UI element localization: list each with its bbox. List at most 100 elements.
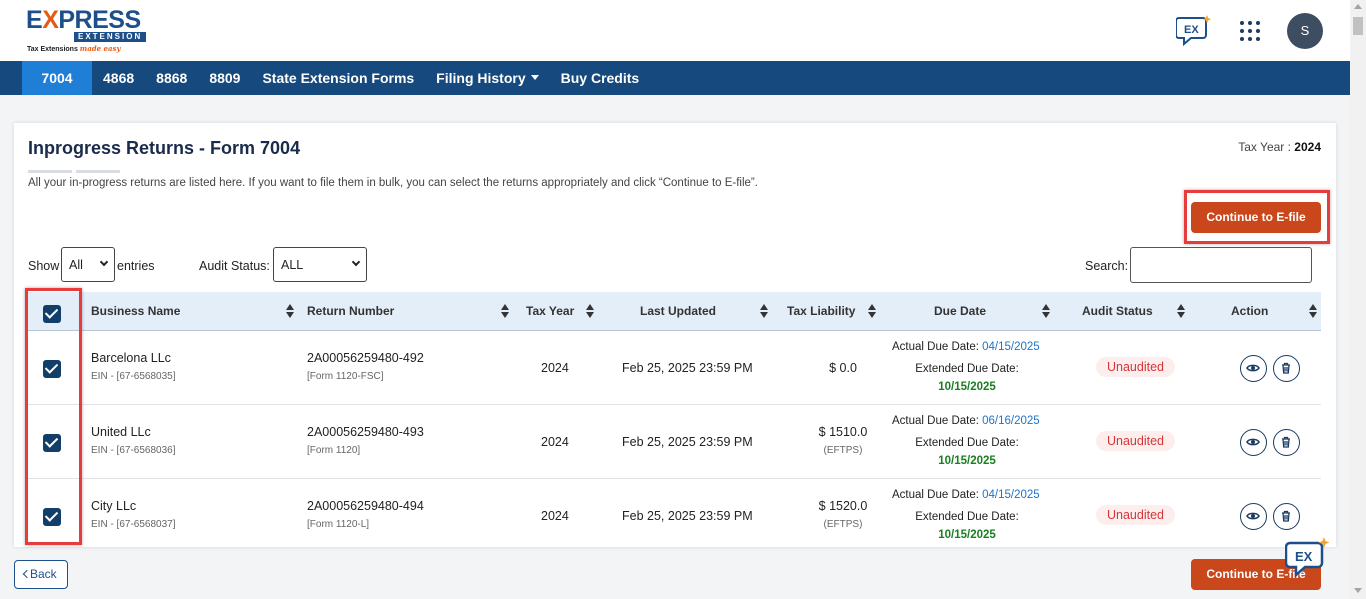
- page-title: Inprogress Returns - Form 7004: [28, 138, 301, 158]
- nav-8809[interactable]: 8809: [198, 61, 251, 95]
- trash-icon: [1282, 510, 1290, 522]
- tax-liability: $ 0.0: [829, 361, 857, 375]
- extended-due-date: 10/15/2025: [938, 381, 996, 393]
- payment-method: (EFTPS): [823, 519, 863, 530]
- return-number: 2A00056259480-492: [307, 351, 424, 365]
- sort-icon[interactable]: [286, 304, 294, 319]
- business-name: Barcelona LLc: [91, 351, 171, 365]
- return-number: 2A00056259480-494: [307, 499, 424, 513]
- search-label: Search:: [1085, 259, 1129, 273]
- col-tax-year[interactable]: Tax Year: [526, 292, 574, 331]
- delete-button[interactable]: [1273, 429, 1300, 456]
- sort-icon[interactable]: [868, 304, 876, 319]
- tax-year: 2024: [541, 361, 569, 375]
- last-updated: Feb 25, 2025 23:59 PM: [622, 435, 753, 449]
- nav-filing-history[interactable]: Filing History: [425, 61, 549, 95]
- scroll-thumb[interactable]: [1353, 17, 1363, 35]
- nav-state-extension-forms[interactable]: State Extension Forms: [251, 61, 425, 95]
- table-header: Business Name Return Number Tax Year Las…: [28, 292, 1321, 331]
- chat-support-icon[interactable]: EX: [1285, 536, 1331, 578]
- col-action: Action: [1231, 304, 1269, 318]
- form-type: [Form 1120]: [307, 445, 361, 456]
- chevron-down-icon: [99, 257, 109, 267]
- tax-liability: $ 1510.0: [818, 425, 868, 439]
- sort-icon[interactable]: [501, 304, 509, 319]
- tax-year: Tax Year : 2024: [1238, 140, 1321, 154]
- view-button[interactable]: [1240, 429, 1267, 456]
- col-business-name[interactable]: Business Name: [91, 292, 180, 331]
- scroll-down-arrow-icon[interactable]: [1354, 588, 1362, 593]
- view-button[interactable]: [1240, 503, 1267, 530]
- highlight-box-efile: [1184, 190, 1330, 244]
- actual-due-date: Actual Due Date: 06/16/2025: [892, 415, 1040, 427]
- eye-icon: [1246, 364, 1260, 372]
- actual-due-date: Actual Due Date: 04/15/2025: [892, 489, 1040, 501]
- top-header: EXPRESS EXTENSION Tax Extensions made ea…: [0, 0, 1350, 61]
- trash-icon: [1282, 362, 1290, 374]
- chevron-down-icon: [351, 257, 361, 267]
- delete-button[interactable]: [1273, 503, 1300, 530]
- extended-due-label: Extended Due Date:: [915, 437, 1019, 449]
- nav-7004[interactable]: 7004: [22, 61, 92, 95]
- payment-method: (EFTPS): [823, 445, 863, 456]
- business-name: City LLc: [91, 499, 137, 513]
- vertical-scrollbar[interactable]: [1350, 0, 1366, 599]
- show-label: Show: [28, 259, 60, 273]
- express-extension-logo[interactable]: EXPRESS EXTENSION Tax Extensions made ea…: [26, 7, 147, 53]
- caret-down-icon: [530, 75, 539, 81]
- delete-button[interactable]: [1273, 355, 1300, 382]
- audit-status-select[interactable]: ALL: [273, 247, 367, 282]
- nav-8868[interactable]: 8868: [145, 61, 198, 95]
- sort-icon[interactable]: [1177, 304, 1185, 319]
- audit-status-label: Audit Status:: [199, 259, 270, 273]
- col-due-date[interactable]: Due Date: [934, 292, 986, 331]
- main-nav: 7004 4868 8868 8809 State Extension Form…: [0, 61, 1350, 95]
- tax-year: 2024: [541, 435, 569, 449]
- returns-card: Inprogress Returns - Form 7004 Tax Year …: [14, 123, 1336, 547]
- tax-year: 2024: [541, 509, 569, 523]
- svg-text:EX: EX: [1295, 549, 1313, 564]
- show-entries-select[interactable]: All: [61, 247, 115, 282]
- sort-icon[interactable]: [1309, 304, 1317, 319]
- svg-text:EX: EX: [1184, 24, 1199, 36]
- eye-icon: [1246, 438, 1260, 446]
- highlight-box-checkboxes: [25, 288, 82, 545]
- sort-icon[interactable]: [586, 304, 594, 319]
- status-badge: Unaudited: [1096, 431, 1175, 451]
- title-underline: [28, 160, 124, 173]
- extended-due-date: 10/15/2025: [938, 529, 996, 541]
- return-number: 2A00056259480-493: [307, 425, 424, 439]
- extended-due-label: Extended Due Date:: [915, 511, 1019, 523]
- nav-buy-credits[interactable]: Buy Credits: [550, 61, 651, 95]
- avatar[interactable]: S: [1287, 13, 1323, 49]
- table-row: Barcelona LLc EIN - [67-6568035] 2A00056…: [28, 331, 1321, 405]
- apps-grid-icon[interactable]: [1240, 21, 1260, 41]
- search-input[interactable]: [1130, 247, 1312, 283]
- view-button[interactable]: [1240, 355, 1267, 382]
- page-description: All your in-progress returns are listed …: [28, 177, 758, 189]
- extended-due-date: 10/15/2025: [938, 455, 996, 467]
- entries-label: entries: [117, 259, 155, 273]
- status-badge: Unaudited: [1096, 357, 1175, 377]
- extended-due-label: Extended Due Date:: [915, 363, 1019, 375]
- eye-icon: [1246, 512, 1260, 520]
- ex-chat-icon[interactable]: EX: [1176, 14, 1212, 46]
- scroll-up-arrow-icon[interactable]: [1354, 4, 1362, 9]
- sort-icon[interactable]: [1042, 304, 1050, 319]
- ein: EIN - [67-6568036]: [91, 445, 176, 456]
- ein: EIN - [67-6568037]: [91, 519, 176, 530]
- trash-icon: [1282, 436, 1290, 448]
- actual-due-date: Actual Due Date: 04/15/2025: [892, 341, 1040, 353]
- table-row: United LLc EIN - [67-6568036] 2A00056259…: [28, 405, 1321, 479]
- sort-icon[interactable]: [760, 304, 768, 319]
- business-name: United LLc: [91, 425, 151, 439]
- back-button[interactable]: Back: [14, 560, 68, 589]
- tax-liability: $ 1520.0: [818, 499, 868, 513]
- form-type: [Form 1120-FSC]: [307, 371, 384, 382]
- col-audit-status[interactable]: Audit Status: [1082, 292, 1153, 331]
- nav-4868[interactable]: 4868: [92, 61, 145, 95]
- last-updated: Feb 25, 2025 23:59 PM: [622, 509, 753, 523]
- col-tax-liability[interactable]: Tax Liability: [787, 292, 855, 331]
- col-return-number[interactable]: Return Number: [307, 292, 394, 331]
- col-last-updated[interactable]: Last Updated: [640, 292, 716, 331]
